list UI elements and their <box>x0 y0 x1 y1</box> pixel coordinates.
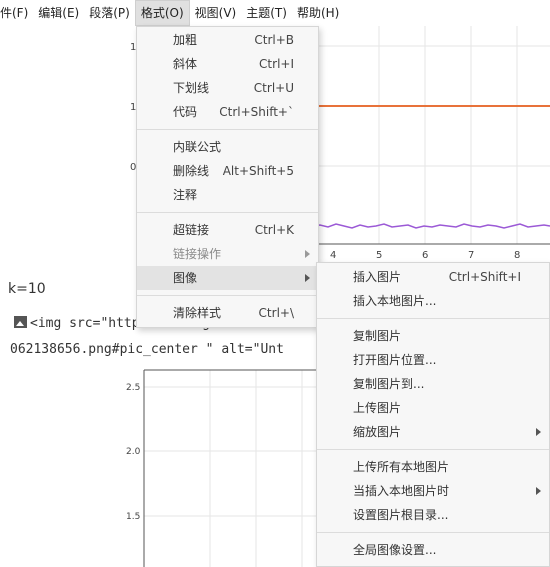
ytick-label: 2.0 <box>126 447 141 457</box>
menu-item-comment[interactable]: 注释 <box>137 183 318 207</box>
image-icon <box>14 316 27 328</box>
menu-item-upload-image[interactable]: 上传图片 <box>317 396 549 420</box>
menu-edit[interactable]: 编辑(E) <box>33 0 84 26</box>
chevron-right-icon <box>536 428 541 436</box>
chevron-right-icon <box>305 250 310 258</box>
menu-item-underline[interactable]: 下划线 Ctrl+U <box>137 76 318 100</box>
menu-item-copy-image[interactable]: 复制图片 <box>317 324 549 348</box>
editor-code-line-2: 062138656.png#pic_center " alt="Unt <box>10 342 284 357</box>
menu-file[interactable]: 件(F) <box>0 0 33 26</box>
menu-item-open-image-location[interactable]: 打开图片位置... <box>317 348 549 372</box>
menu-separator <box>317 318 549 319</box>
menu-separator <box>137 212 318 213</box>
menu-bar: 件(F) 编辑(E) 段落(P) 格式(O) 视图(V) 主题(T) 帮助(H) <box>0 0 550 26</box>
xtick-label: 5 <box>376 250 382 261</box>
ytick-label: 2.5 <box>126 383 140 393</box>
menu-item-upload-all-local-images[interactable]: 上传所有本地图片 <box>317 455 549 479</box>
menu-separator <box>317 532 549 533</box>
menu-item-set-image-root[interactable]: 设置图片根目录... <box>317 503 549 527</box>
format-menu: 加粗 Ctrl+B 斜体 Ctrl+I 下划线 Ctrl+U 代码 Ctrl+Shift… <box>136 26 319 328</box>
menu-help[interactable]: 帮助(H) <box>292 0 344 26</box>
menu-item-when-insert-local-image[interactable]: 当插入本地图片时 <box>317 479 549 503</box>
xtick-label: 7 <box>468 250 474 261</box>
menu-item-insert-image[interactable]: 插入图片 Ctrl+Shift+I <box>317 265 549 289</box>
menu-item-copy-image-to[interactable]: 复制图片到... <box>317 372 549 396</box>
xtick-label: 4 <box>330 250 336 261</box>
xtick-label: 8 <box>514 250 520 261</box>
menu-item-zoom-image[interactable]: 缩放图片 <box>317 420 549 444</box>
chevron-right-icon <box>536 487 541 495</box>
xtick-label: 6 <box>422 250 428 261</box>
menu-separator <box>137 295 318 296</box>
menu-item-image[interactable]: 图像 <box>137 266 318 290</box>
ytick-label: 1.5 <box>126 512 140 522</box>
menu-item-insert-local-image[interactable]: 插入本地图片... <box>317 289 549 313</box>
menu-item-link-actions: 链接操作 <box>137 242 318 266</box>
menu-item-clear-format[interactable]: 清除样式 Ctrl+\ <box>137 301 318 325</box>
menu-item-code[interactable]: 代码 Ctrl+Shift+` <box>137 100 318 124</box>
menu-item-inline-math[interactable]: 内联公式 <box>137 135 318 159</box>
menu-theme[interactable]: 主题(T) <box>241 0 292 26</box>
menu-separator <box>317 449 549 450</box>
menu-view[interactable]: 视图(V) <box>190 0 242 26</box>
menu-format[interactable]: 格式(O) <box>134 0 190 26</box>
chevron-right-icon <box>305 274 310 282</box>
image-submenu: 插入图片 Ctrl+Shift+I 插入本地图片... 复制图片 打开图片位置..… <box>316 262 550 567</box>
menu-item-bold[interactable]: 加粗 Ctrl+B <box>137 28 318 52</box>
menu-separator <box>137 129 318 130</box>
menu-item-italic[interactable]: 斜体 Ctrl+I <box>137 52 318 76</box>
menu-paragraph[interactable]: 段落(P) <box>84 0 135 26</box>
menu-item-global-image-settings[interactable]: 全局图像设置... <box>317 538 549 562</box>
menu-item-strikethrough[interactable]: 删除线 Alt+Shift+5 <box>137 159 318 183</box>
editor-text-k: k=10 <box>8 281 46 297</box>
menu-item-hyperlink[interactable]: 超链接 Ctrl+K <box>137 218 318 242</box>
